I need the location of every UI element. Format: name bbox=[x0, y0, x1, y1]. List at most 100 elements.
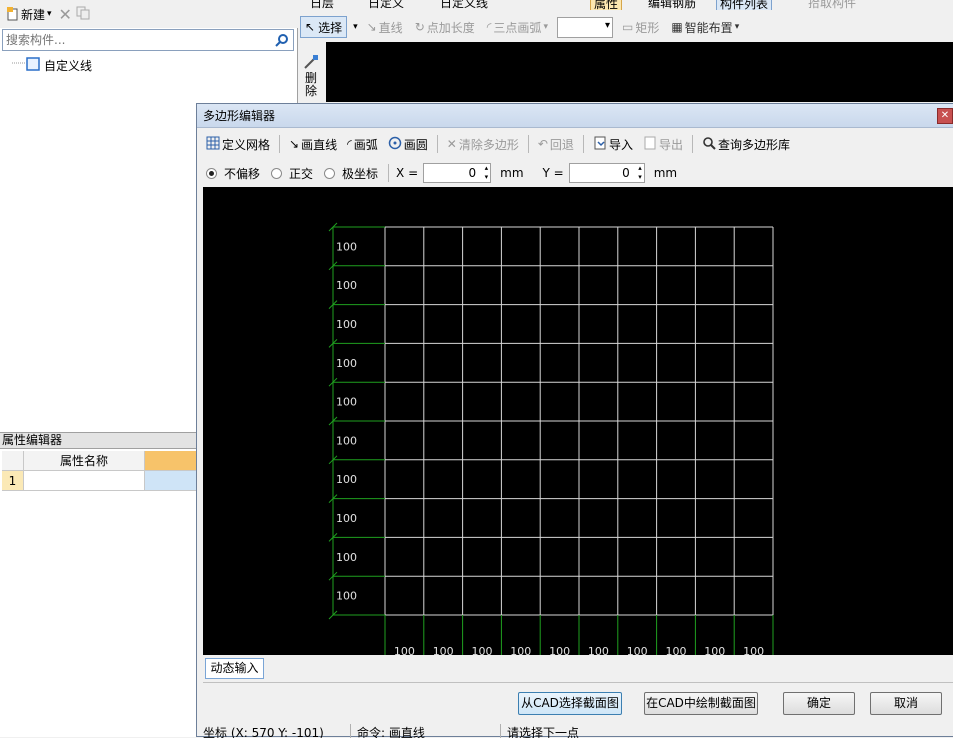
tree-item-custom-line[interactable]: 自定义线 bbox=[26, 56, 92, 74]
import-icon bbox=[593, 136, 607, 153]
point-length-button[interactable]: ↻ 点加长度 bbox=[412, 16, 478, 38]
select-button[interactable]: ↖ 选择 bbox=[300, 16, 348, 38]
delete-icon[interactable]: ✕ bbox=[59, 5, 72, 24]
strip-define[interactable]: 日定义 bbox=[368, 0, 404, 10]
draw-toolbar: ↖ 选择 ▾ ↘ 直线 ↻ 点加长度 ◜ 三点画弧 ▾ ▭ 矩形 ▦ 智能布置 … bbox=[300, 14, 742, 40]
toolbar-divider bbox=[527, 135, 529, 153]
dynamic-input-tab[interactable]: 动态输入 bbox=[205, 658, 264, 679]
define-grid-button[interactable]: 定义网格 bbox=[203, 133, 273, 155]
rect-button[interactable]: ▭ 矩形 bbox=[619, 16, 662, 38]
import-label: 导入 bbox=[608, 137, 633, 152]
chevron-down-icon: ▾ bbox=[543, 22, 548, 32]
search-box bbox=[2, 29, 294, 51]
three-point-arc-button[interactable]: ◜ 三点画弧 ▾ bbox=[484, 16, 551, 38]
point-length-icon: ↻ bbox=[414, 20, 425, 34]
query-polygon-library-button[interactable]: 查询多边形库 bbox=[699, 133, 793, 155]
cancel-button[interactable]: 取消 bbox=[870, 692, 942, 715]
chevron-down-icon: ▾ bbox=[47, 9, 52, 19]
status-prompt: 请选择下一点 bbox=[507, 726, 580, 738]
chevron-down-icon: ▾ bbox=[734, 22, 740, 32]
arc-combo[interactable] bbox=[556, 16, 613, 38]
close-icon[interactable]: ✕ bbox=[937, 108, 953, 124]
search-icon[interactable] bbox=[271, 30, 293, 50]
draw-arc-label: 画弧 bbox=[353, 137, 378, 152]
row-name[interactable] bbox=[24, 471, 145, 491]
row-dimension-label: 100 bbox=[336, 240, 357, 253]
main-canvas[interactable] bbox=[326, 42, 953, 102]
polar-radio[interactable]: 极坐标 bbox=[321, 162, 381, 184]
clear-icon: ✕ bbox=[446, 137, 457, 151]
arc-icon: ◜ bbox=[347, 137, 352, 151]
strip-layer[interactable]: 日层 bbox=[310, 0, 334, 10]
clear-polygon-button[interactable]: ✕ 清除多边形 bbox=[444, 133, 522, 155]
y-label: Y = bbox=[542, 166, 564, 180]
row-dimension-label: 100 bbox=[336, 551, 357, 564]
row-dimension-label: 100 bbox=[336, 473, 357, 486]
strip-component-list[interactable]: 构件列表 bbox=[716, 0, 773, 10]
toolbar-divider bbox=[582, 135, 584, 153]
y-input[interactable]: 0 bbox=[568, 163, 645, 183]
circle-icon bbox=[388, 136, 402, 153]
polygon-editor-dialog: 多边形编辑器 ✕ 定义网格 ↘ 画直线 ◜ 画弧 画圆 ✕ 清除多边形 ↶ 回退… bbox=[196, 103, 953, 738]
corner-cell bbox=[2, 451, 24, 471]
strip-properties[interactable]: 属性 bbox=[590, 0, 623, 10]
new-label: 新建 bbox=[21, 7, 46, 22]
draw-circle-button[interactable]: 画圆 bbox=[385, 133, 431, 155]
x-unit: mm bbox=[500, 166, 524, 180]
ok-button[interactable]: 确定 bbox=[783, 692, 855, 715]
x-input[interactable]: 0 bbox=[423, 163, 492, 183]
query-lib-label: 查询多边形库 bbox=[717, 137, 790, 152]
cursor-icon: ↖ bbox=[305, 20, 316, 34]
col-header-name[interactable]: 属性名称 bbox=[24, 451, 145, 471]
dialog-title: 多边形编辑器 bbox=[197, 104, 953, 128]
from-cad-button[interactable]: 从CAD选择截面图 bbox=[518, 692, 622, 715]
toolbar-strip-top: 日层 日定义 日定义线 属性 编辑钢筋 构件列表 拾取构件 bbox=[298, 0, 953, 10]
ortho-label: 正交 bbox=[289, 166, 314, 181]
define-grid-label: 定义网格 bbox=[222, 137, 271, 152]
y-unit: mm bbox=[653, 166, 678, 180]
smart-label: 智能布置 bbox=[684, 20, 733, 35]
delete-vertical-button[interactable]: 删除 bbox=[305, 72, 319, 98]
row-dimension-label: 100 bbox=[336, 357, 357, 370]
radio-icon bbox=[271, 167, 283, 179]
select-label: 选择 bbox=[318, 20, 343, 35]
draw-line-button[interactable]: ↘ 画直线 bbox=[286, 133, 340, 155]
draw-arc-button[interactable]: ◜ 画弧 bbox=[344, 133, 381, 155]
search-input[interactable] bbox=[3, 30, 271, 50]
strip-pick-component[interactable]: 拾取构件 bbox=[808, 0, 856, 10]
smart-layout-button[interactable]: ▦ 智能布置 ▾ bbox=[668, 16, 742, 38]
draw-circle-label: 画圆 bbox=[403, 137, 428, 152]
col-dimension-label: 100 bbox=[743, 645, 764, 655]
no-offset-radio[interactable]: 不偏移 bbox=[203, 162, 263, 184]
smart-layout-icon: ▦ bbox=[671, 20, 683, 34]
undo-button[interactable]: ↶ 回退 bbox=[535, 133, 577, 155]
line-label: 直线 bbox=[378, 20, 403, 35]
export-button[interactable]: 导出 bbox=[640, 133, 686, 155]
grid-drawing: 100 100 100 100 100 100 100 100 100 100 100 100 100 1… bbox=[328, 222, 774, 655]
copy-icon[interactable] bbox=[76, 6, 90, 23]
status-coords: 坐标 (X: 570 Y: -101) bbox=[197, 724, 351, 738]
new-button[interactable]: 新建 ▾ bbox=[4, 3, 55, 25]
arc-icon: ◜ bbox=[486, 20, 492, 34]
toolbar-divider bbox=[691, 135, 693, 153]
col-dimension-label: 100 bbox=[510, 645, 531, 655]
col-dimension-label: 100 bbox=[666, 645, 687, 655]
polygon-canvas[interactable]: 100 100 100 100 100 100 100 100 100 100 100 100 100 1… bbox=[203, 187, 953, 655]
strip-edit-rebar[interactable]: 编辑钢筋 bbox=[648, 0, 696, 10]
component-toolbar: 新建 ▾ ✕ bbox=[0, 0, 298, 28]
col-dimension-label: 100 bbox=[472, 645, 493, 655]
col-dimension-label: 100 bbox=[588, 645, 609, 655]
ortho-radio[interactable]: 正交 bbox=[268, 162, 316, 184]
export-icon bbox=[643, 136, 657, 153]
col-dimension-label: 100 bbox=[704, 645, 725, 655]
col-dimension-label: 100 bbox=[433, 645, 454, 655]
main-toolbar: 日层 日定义 日定义线 属性 编辑钢筋 构件列表 拾取构件 ↖ 选择 ▾ ↘ 直… bbox=[298, 0, 953, 42]
row-dimension-label: 100 bbox=[336, 396, 357, 409]
line-button[interactable]: ↘ 直线 bbox=[364, 16, 406, 38]
toolbar-divider bbox=[436, 135, 438, 153]
import-button[interactable]: 导入 bbox=[590, 133, 636, 155]
dialog-divider bbox=[203, 682, 953, 683]
strip-define-line[interactable]: 日定义线 bbox=[440, 0, 488, 10]
draw-in-cad-button[interactable]: 在CAD中绘制截面图 bbox=[644, 692, 758, 715]
chevron-down-icon[interactable]: ▾ bbox=[353, 22, 358, 32]
